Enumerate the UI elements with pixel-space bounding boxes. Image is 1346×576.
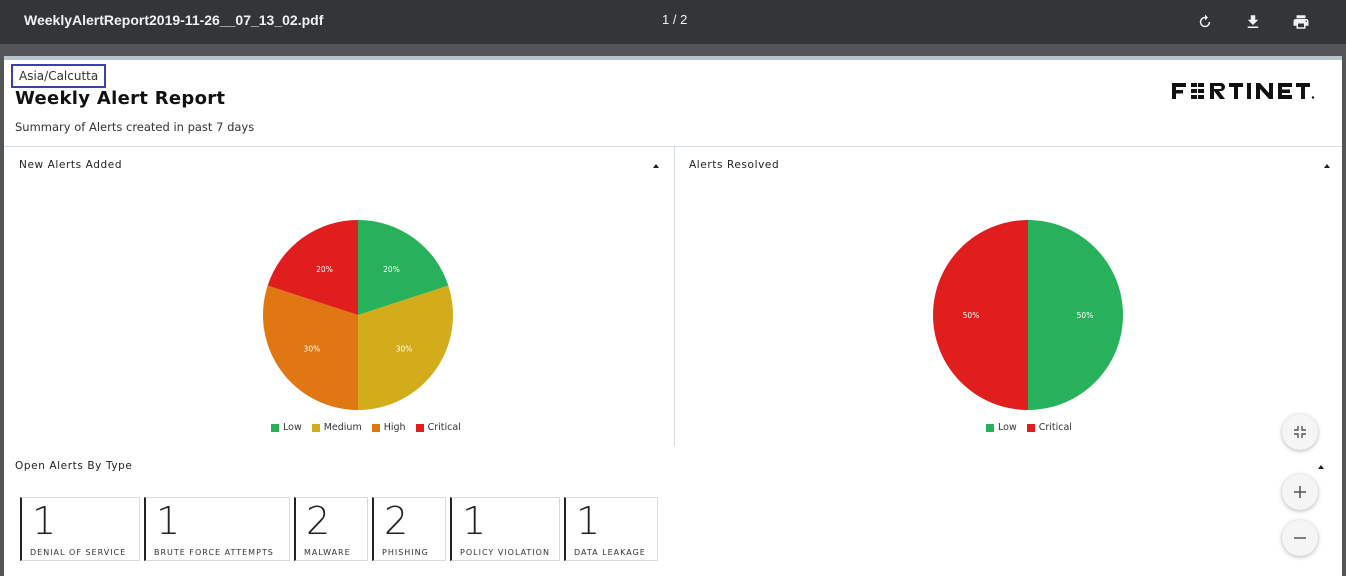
alert-type-tile[interactable]: 1 POLICY VIOLATION	[450, 497, 560, 561]
page-indicator: 1 / 2	[662, 12, 688, 27]
alert-type-tile[interactable]: 1 DATA LEAKAGE	[564, 497, 658, 561]
alert-type-label: DATA LEAKAGE	[574, 548, 646, 557]
download-icon	[1247, 15, 1259, 28]
fortinet-logo	[1172, 83, 1315, 99]
panel-divider	[674, 146, 675, 446]
legend-swatch	[271, 423, 279, 432]
legend-swatch	[371, 423, 380, 432]
legend-item-high: High	[371, 422, 406, 433]
report-title: Weekly Alert Report	[15, 88, 226, 109]
zoom-out-button[interactable]	[1282, 520, 1318, 556]
legend-label: Low	[283, 422, 302, 433]
legend-label: High	[383, 422, 406, 433]
alerts-resolved-pie-chart: 50% 50%	[933, 220, 1123, 410]
alert-type-label: BRUTE FORCE ATTEMPTS	[154, 548, 274, 557]
print-icon	[1293, 15, 1309, 29]
alert-type-label: DENIAL OF SERVICE	[30, 548, 127, 557]
zoom-in-button[interactable]	[1282, 474, 1318, 510]
pie-slice-label: 20%	[316, 265, 333, 274]
download-button[interactable]	[1239, 8, 1267, 36]
divider	[4, 146, 1342, 147]
alert-count: 2	[384, 499, 409, 543]
alert-count: 1	[462, 499, 487, 543]
pie-slice-label: 30%	[304, 345, 321, 354]
legend-item-medium: Medium	[311, 422, 362, 433]
collapse-resolved-button[interactable]	[1321, 159, 1333, 171]
zoom-in-icon	[1294, 486, 1306, 498]
alerts-resolved-legend: Low Critical	[986, 422, 1072, 433]
alert-type-tile[interactable]: 2 MALWARE	[294, 497, 368, 561]
rotate-icon	[1199, 14, 1211, 28]
legend-label: Low	[998, 422, 1017, 433]
legend-swatch	[415, 423, 424, 432]
alert-count: 1	[32, 499, 57, 543]
legend-swatch	[311, 423, 320, 432]
pie-slice-label: 30%	[396, 345, 413, 354]
alerts-resolved-title: Alerts Resolved	[689, 159, 780, 171]
alert-type-tile[interactable]: 2 PHISHING	[372, 497, 446, 561]
pie-slice-label: 50%	[963, 311, 980, 320]
pie-slice-label: 20%	[383, 265, 400, 274]
new-alerts-title: New Alerts Added	[19, 159, 123, 171]
alert-type-label: MALWARE	[304, 548, 351, 557]
open-alerts-tiles: 1 DENIAL OF SERVICE 1 BRUTE FORCE ATTEMP…	[20, 497, 658, 561]
legend-label: Critical	[427, 422, 461, 433]
rotate-button[interactable]	[1191, 8, 1219, 36]
legend-item-low: Low	[271, 422, 302, 433]
timezone-label: Asia/Calcutta	[11, 64, 107, 88]
collapse-open-alerts-button[interactable]	[1315, 460, 1327, 472]
fit-page-icon	[1294, 426, 1306, 438]
fit-to-page-button[interactable]	[1282, 414, 1318, 450]
new-alerts-legend: Low Medium High Critical	[271, 422, 461, 433]
caret-up-icon	[1318, 465, 1324, 469]
pdf-page: Asia/Calcutta Weekly Alert Report Summar…	[4, 56, 1342, 576]
pie-slice-critical	[933, 220, 1028, 410]
zoom-out-icon	[1294, 537, 1306, 539]
caret-up-icon	[1324, 164, 1330, 168]
legend-swatch	[1026, 423, 1035, 432]
alert-type-tile[interactable]: 1 BRUTE FORCE ATTEMPTS	[144, 497, 290, 561]
report-subtitle: Summary of Alerts created in past 7 days	[15, 120, 255, 134]
document-filename: WeeklyAlertReport2019-11-26__07_13_02.pd…	[24, 12, 324, 28]
alert-type-label: POLICY VIOLATION	[460, 548, 550, 557]
legend-swatch	[986, 423, 994, 432]
caret-up-icon	[653, 164, 659, 168]
legend-item-critical: Critical	[1026, 422, 1072, 433]
alert-count: 2	[306, 499, 331, 543]
alert-count: 1	[156, 499, 181, 543]
open-alerts-title: Open Alerts By Type	[15, 460, 133, 472]
pie-slice-label: 50%	[1077, 311, 1094, 320]
legend-item-low: Low	[986, 422, 1017, 433]
new-alerts-pie-chart: 20% 30% 30% 20%	[263, 220, 453, 410]
legend-label: Critical	[1038, 422, 1072, 433]
pdf-toolbar: WeeklyAlertReport2019-11-26__07_13_02.pd…	[0, 0, 1346, 44]
collapse-new-alerts-button[interactable]	[650, 159, 662, 171]
alert-count: 1	[576, 499, 601, 543]
legend-label: Medium	[323, 422, 362, 433]
pie-slice-low	[1028, 220, 1123, 410]
print-button[interactable]	[1287, 8, 1315, 36]
legend-item-critical: Critical	[415, 422, 461, 433]
alert-type-tile[interactable]: 1 DENIAL OF SERVICE	[20, 497, 140, 561]
alert-type-label: PHISHING	[382, 548, 429, 557]
